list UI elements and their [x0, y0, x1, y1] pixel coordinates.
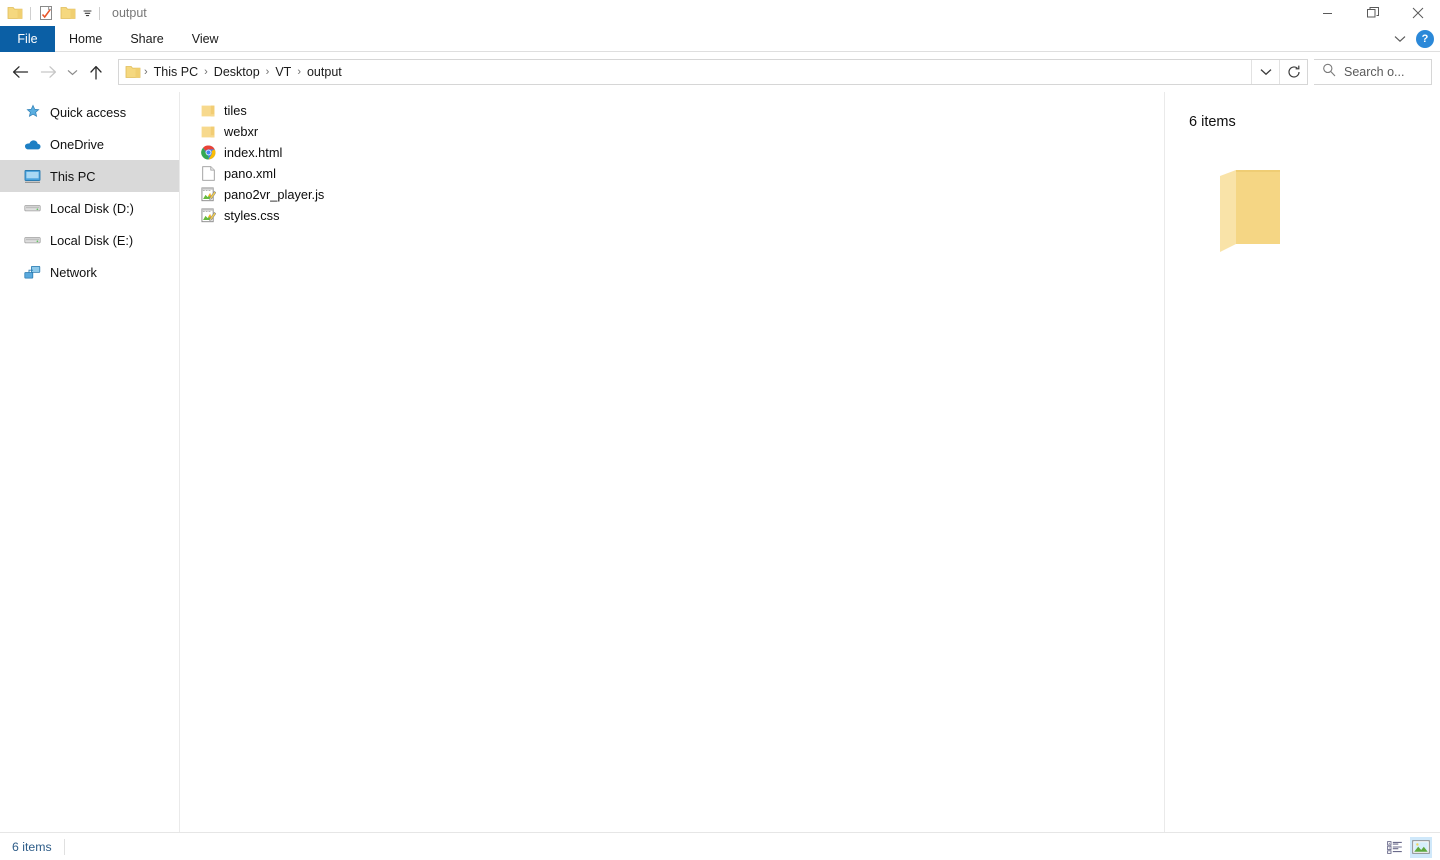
- details-view-button[interactable]: [1384, 837, 1406, 858]
- list-item-label: pano.xml: [224, 166, 276, 181]
- breadcrumb-item-desktop[interactable]: Desktop: [209, 63, 265, 81]
- quick-access-toolbar: output: [0, 0, 147, 26]
- window-title: output: [112, 6, 147, 20]
- search-box[interactable]: Search o...: [1314, 59, 1432, 85]
- back-button[interactable]: [6, 57, 34, 87]
- qat-chevron-down-icon[interactable]: [79, 2, 95, 24]
- sidebar-item-label: Network: [50, 264, 97, 280]
- drive-icon: [24, 232, 41, 249]
- expand-ribbon-chevron-down-icon[interactable]: [1394, 30, 1406, 48]
- sidebar-item-local-disk-e[interactable]: Local Disk (E:): [0, 224, 179, 256]
- details-pane: 6 items: [1164, 92, 1440, 832]
- open-folder-icon: [1209, 160, 1299, 256]
- qat-separator-2: [99, 6, 100, 20]
- list-item[interactable]: pano.xml: [180, 163, 1164, 184]
- sidebar-item-this-pc[interactable]: This PC: [0, 160, 179, 192]
- breadcrumb-item-vt[interactable]: VT: [270, 63, 296, 81]
- help-icon[interactable]: ?: [1416, 30, 1434, 48]
- list-item[interactable]: pano2vr_player.js: [180, 184, 1164, 205]
- qat-new-folder-icon[interactable]: [57, 2, 79, 24]
- up-button[interactable]: [82, 57, 110, 87]
- list-item[interactable]: styles.css: [180, 205, 1164, 226]
- tab-home[interactable]: Home: [55, 26, 116, 52]
- sidebar-item-label: Quick access: [50, 104, 127, 120]
- breadcrumb-item-this-pc[interactable]: This PC: [149, 63, 203, 81]
- list-item-label: webxr: [224, 124, 259, 139]
- tab-file[interactable]: File: [0, 26, 55, 52]
- breadcrumb-folder-icon: [125, 65, 141, 79]
- file-list[interactable]: tiles webxr index.html pano.xml pano2vr_…: [180, 92, 1164, 832]
- large-icons-view-button[interactable]: [1410, 836, 1432, 858]
- list-item-label: index.html: [224, 145, 283, 160]
- previous-locations-chevron-down-icon[interactable]: [1251, 60, 1279, 84]
- search-icon: [1322, 63, 1336, 82]
- breadcrumb-tools: [1251, 60, 1307, 84]
- monitor-icon: [24, 168, 41, 185]
- forward-button[interactable]: [34, 57, 62, 87]
- drive-icon: [24, 200, 41, 217]
- main-body: Quick access OneDrive This PC Local Disk…: [0, 92, 1440, 832]
- list-item-label: styles.css: [224, 208, 280, 223]
- star-icon: [24, 104, 41, 121]
- notepad-edit-icon: [200, 187, 216, 203]
- recent-locations-chevron-down-icon[interactable]: [62, 57, 82, 87]
- sidebar-item-quick-access[interactable]: Quick access: [0, 96, 179, 128]
- qat-properties-icon[interactable]: [35, 2, 57, 24]
- sidebar-item-local-disk-d[interactable]: Local Disk (D:): [0, 192, 179, 224]
- breadcrumb-item-output[interactable]: output: [302, 63, 347, 81]
- chrome-icon: [200, 145, 216, 161]
- sidebar-item-onedrive[interactable]: OneDrive: [0, 128, 179, 160]
- tab-share[interactable]: Share: [116, 26, 177, 52]
- details-item-count: 6 items: [1189, 114, 1236, 130]
- restore-button[interactable]: [1350, 0, 1395, 26]
- address-bar: › This PC › Desktop › VT › output Search…: [0, 52, 1440, 92]
- list-item[interactable]: tiles: [180, 100, 1164, 121]
- blank-document-icon: [200, 166, 216, 182]
- folder-icon: [200, 124, 216, 140]
- view-toggle-buttons: [1384, 833, 1432, 860]
- close-button[interactable]: [1395, 0, 1440, 26]
- qat-folder-icon[interactable]: [4, 2, 26, 24]
- sidebar-item-label: Local Disk (D:): [50, 200, 134, 216]
- list-item-label: pano2vr_player.js: [224, 187, 325, 202]
- list-item-label: tiles: [224, 103, 247, 118]
- ribbon-right-controls: ?: [1394, 26, 1434, 52]
- minimize-button[interactable]: [1305, 0, 1350, 26]
- status-separator: [63, 838, 65, 855]
- breadcrumb: › This PC › Desktop › VT › output: [119, 63, 1251, 81]
- title-bar: output: [0, 0, 1440, 26]
- status-bar: 6 items: [0, 832, 1440, 860]
- window-controls: [1305, 0, 1440, 26]
- folder-icon: [200, 103, 216, 119]
- sidebar-item-label: OneDrive: [50, 136, 105, 152]
- refresh-icon[interactable]: [1279, 60, 1307, 84]
- qat-separator-1: [30, 6, 31, 20]
- cloud-icon: [24, 136, 41, 153]
- file-explorer-window: output File Home Share View ? › This PC …: [0, 0, 1440, 860]
- tab-view[interactable]: View: [178, 26, 233, 52]
- navigation-pane: Quick access OneDrive This PC Local Disk…: [0, 92, 180, 832]
- list-item[interactable]: webxr: [180, 121, 1164, 142]
- sidebar-item-network[interactable]: Network: [0, 256, 179, 288]
- sidebar-item-label: Local Disk (E:): [50, 232, 134, 248]
- notepad-edit-icon: [200, 208, 216, 224]
- sidebar-item-label: This PC: [50, 168, 96, 184]
- search-input[interactable]: Search o...: [1344, 65, 1404, 79]
- status-item-count: 6 items: [12, 839, 52, 854]
- network-icon: [24, 264, 41, 281]
- breadcrumb-bar[interactable]: › This PC › Desktop › VT › output: [118, 59, 1308, 85]
- list-item[interactable]: index.html: [180, 142, 1164, 163]
- ribbon-tab-bar: File Home Share View ?: [0, 26, 1440, 52]
